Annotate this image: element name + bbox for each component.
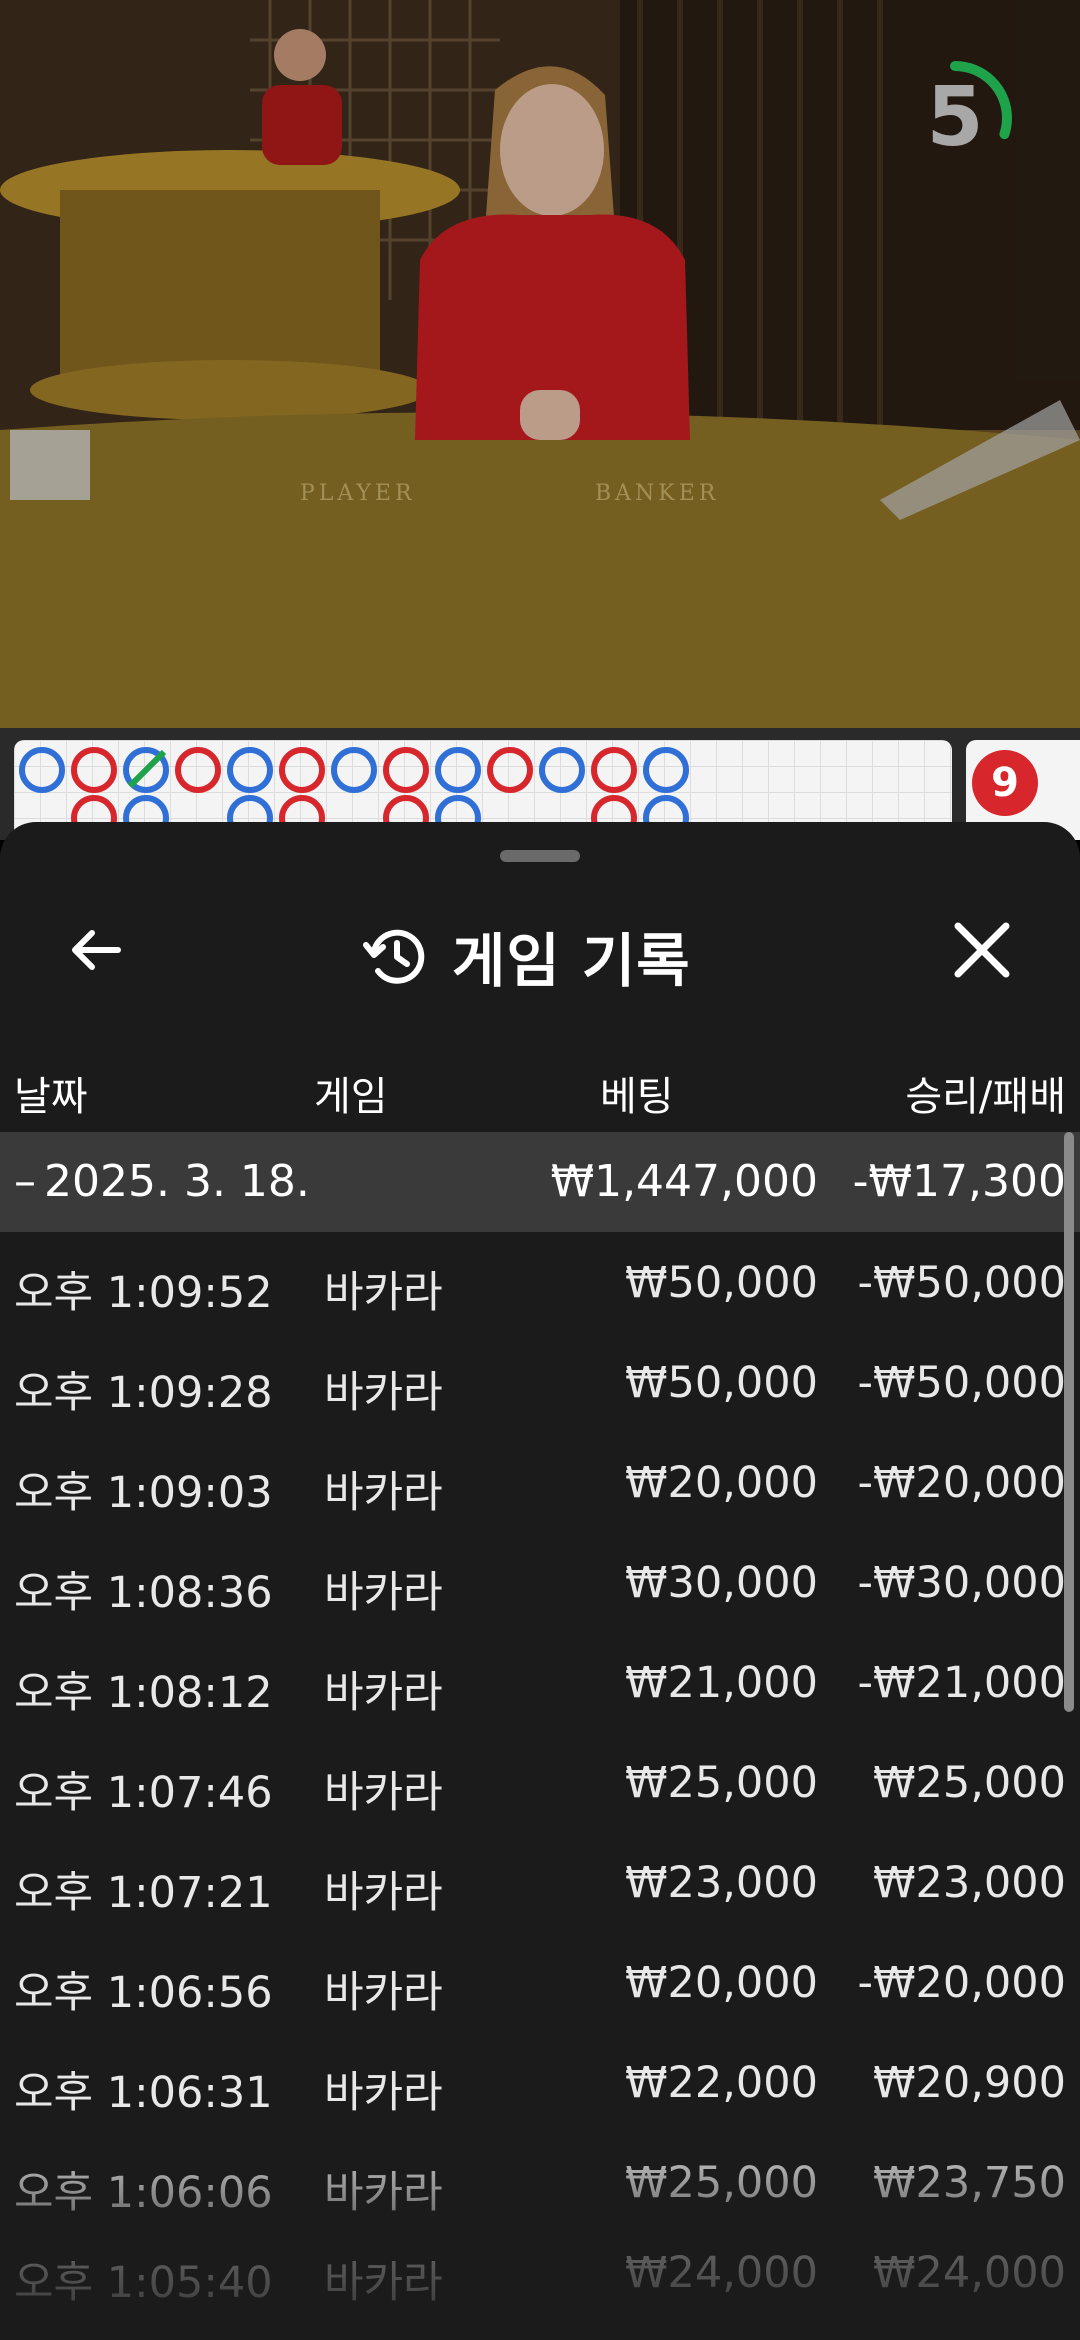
table-row[interactable]: 오후 1:09:03 바카라 ₩20,000 -₩20,000: [0, 1432, 1080, 1532]
arrow-left-icon: [72, 930, 121, 970]
table-row[interactable]: 오후 1:09:52 바카라 ₩50,000 -₩50,000: [0, 1232, 1080, 1332]
row-game: 바카라: [324, 1468, 443, 1518]
collapse-marker: –: [14, 1156, 36, 1207]
row-time: 오후 1:06:56: [14, 1968, 273, 2018]
row-game: 바카라: [324, 1268, 443, 1318]
date-group-row[interactable]: – 2025. 3. 18. ₩1,447,000 -₩17,300: [0, 1132, 1080, 1232]
row-result: ₩24,000: [873, 2248, 1066, 2298]
live-video-stream: PLAYER BANKER 5: [0, 0, 1080, 728]
sheet-title: 게임 기록: [452, 927, 691, 995]
row-time: 오후 1:07:46: [14, 1768, 273, 1818]
back-button[interactable]: [48, 902, 144, 998]
row-bet: ₩25,000: [625, 1758, 818, 1808]
date-group-total-bet: ₩1,447,000: [550, 1156, 818, 1207]
row-time: 오후 1:06:31: [14, 2068, 273, 2118]
column-header-date: 날짜: [14, 1074, 88, 1120]
row-bet: ₩23,000: [625, 1858, 818, 1908]
bead-ball: 9: [972, 750, 1038, 816]
table-header: 날짜 게임 베팅 승리/패배: [0, 1042, 1080, 1132]
bet-countdown-timer: 5: [895, 48, 1035, 188]
row-result: -₩21,000: [857, 1658, 1067, 1708]
row-result: ₩25,000: [873, 1758, 1066, 1808]
row-result: -₩30,000: [857, 1558, 1067, 1608]
row-result: ₩20,900: [873, 2058, 1066, 2108]
row-bet: ₩21,000: [625, 1658, 818, 1708]
table-row[interactable]: 오후 1:07:46 바카라 ₩25,000 ₩25,000: [0, 1732, 1080, 1832]
row-game: 바카라: [324, 1568, 443, 1618]
date-group-total-result: -₩17,300: [852, 1156, 1066, 1207]
row-bet: ₩24,000: [625, 2248, 818, 2298]
timer-value: 5: [926, 70, 984, 165]
table-row[interactable]: 오후 1:09:28 바카라 ₩50,000 -₩50,000: [0, 1332, 1080, 1432]
row-time: 오후 1:07:21: [14, 1868, 273, 1918]
table-row[interactable]: 오후 1:05:40 바카라 ₩24,000 ₩24,000: [0, 2222, 1080, 2322]
row-time: 오후 1:08:12: [14, 1668, 273, 1718]
history-clock-icon: [363, 929, 425, 984]
row-result: -₩20,000: [857, 1458, 1067, 1508]
row-result: -₩20,000: [857, 1958, 1067, 2008]
drag-handle[interactable]: [500, 850, 580, 862]
game-history-sheet[interactable]: 게임 기록 날짜 게임 베팅 승리/패배 – 2025. 3. 18. ₩1,4…: [0, 822, 1080, 2340]
row-result: ₩23,750: [873, 2158, 1066, 2208]
row-result: -₩50,000: [857, 1358, 1067, 1408]
column-header-bet: 베팅: [600, 1074, 674, 1120]
scrollbar[interactable]: [1064, 1132, 1074, 1712]
row-bet: ₩22,000: [625, 2058, 818, 2108]
row-time: 오후 1:08:36: [14, 1568, 273, 1618]
row-game: 바카라: [324, 1968, 443, 2018]
column-header-game: 게임: [314, 1074, 388, 1120]
row-time: 오후 1:09:03: [14, 1468, 273, 1518]
table-row[interactable]: 오후 1:08:36 바카라 ₩30,000 -₩30,000: [0, 1532, 1080, 1632]
row-game: 바카라: [324, 2168, 443, 2218]
column-header-result: 승리/패배: [905, 1074, 1066, 1120]
table-row[interactable]: 오후 1:07:21 바카라 ₩23,000 ₩23,000: [0, 1832, 1080, 1932]
row-result: -₩50,000: [857, 1258, 1067, 1308]
table-row[interactable]: 오후 1:08:12 바카라 ₩21,000 -₩21,000: [0, 1632, 1080, 1732]
close-button[interactable]: [934, 902, 1030, 998]
table-row[interactable]: 오후 1:06:56 바카라 ₩20,000 -₩20,000: [0, 1932, 1080, 2032]
row-bet: ₩20,000: [625, 1958, 818, 2008]
row-game: 바카라: [324, 1768, 443, 1818]
row-result: ₩23,000: [873, 1858, 1066, 1908]
row-bet: ₩50,000: [625, 1258, 818, 1308]
row-time: 오후 1:09:52: [14, 1268, 273, 1318]
row-time: 오후 1:09:28: [14, 1368, 273, 1418]
row-game: 바카라: [324, 1368, 443, 1418]
row-bet: ₩30,000: [625, 1558, 818, 1608]
row-game: 바카라: [324, 2068, 443, 2118]
table-row[interactable]: 오후 1:06:06 바카라 ₩25,000 ₩23,750: [0, 2132, 1080, 2232]
row-bet: ₩50,000: [625, 1358, 818, 1408]
row-game: 바카라: [324, 1868, 443, 1918]
date-group-date: 2025. 3. 18.: [44, 1156, 310, 1207]
table-row[interactable]: 오후 1:06:31 바카라 ₩22,000 ₩20,900: [0, 2032, 1080, 2132]
sheet-header: 게임 기록: [360, 908, 691, 1004]
row-bet: ₩20,000: [625, 1458, 818, 1508]
row-game: 바카라: [324, 2258, 443, 2308]
row-time: 오후 1:05:40: [14, 2258, 273, 2308]
close-icon: [954, 922, 1010, 978]
row-time: 오후 1:06:06: [14, 2168, 273, 2218]
row-game: 바카라: [324, 1668, 443, 1718]
row-bet: ₩25,000: [625, 2158, 818, 2208]
